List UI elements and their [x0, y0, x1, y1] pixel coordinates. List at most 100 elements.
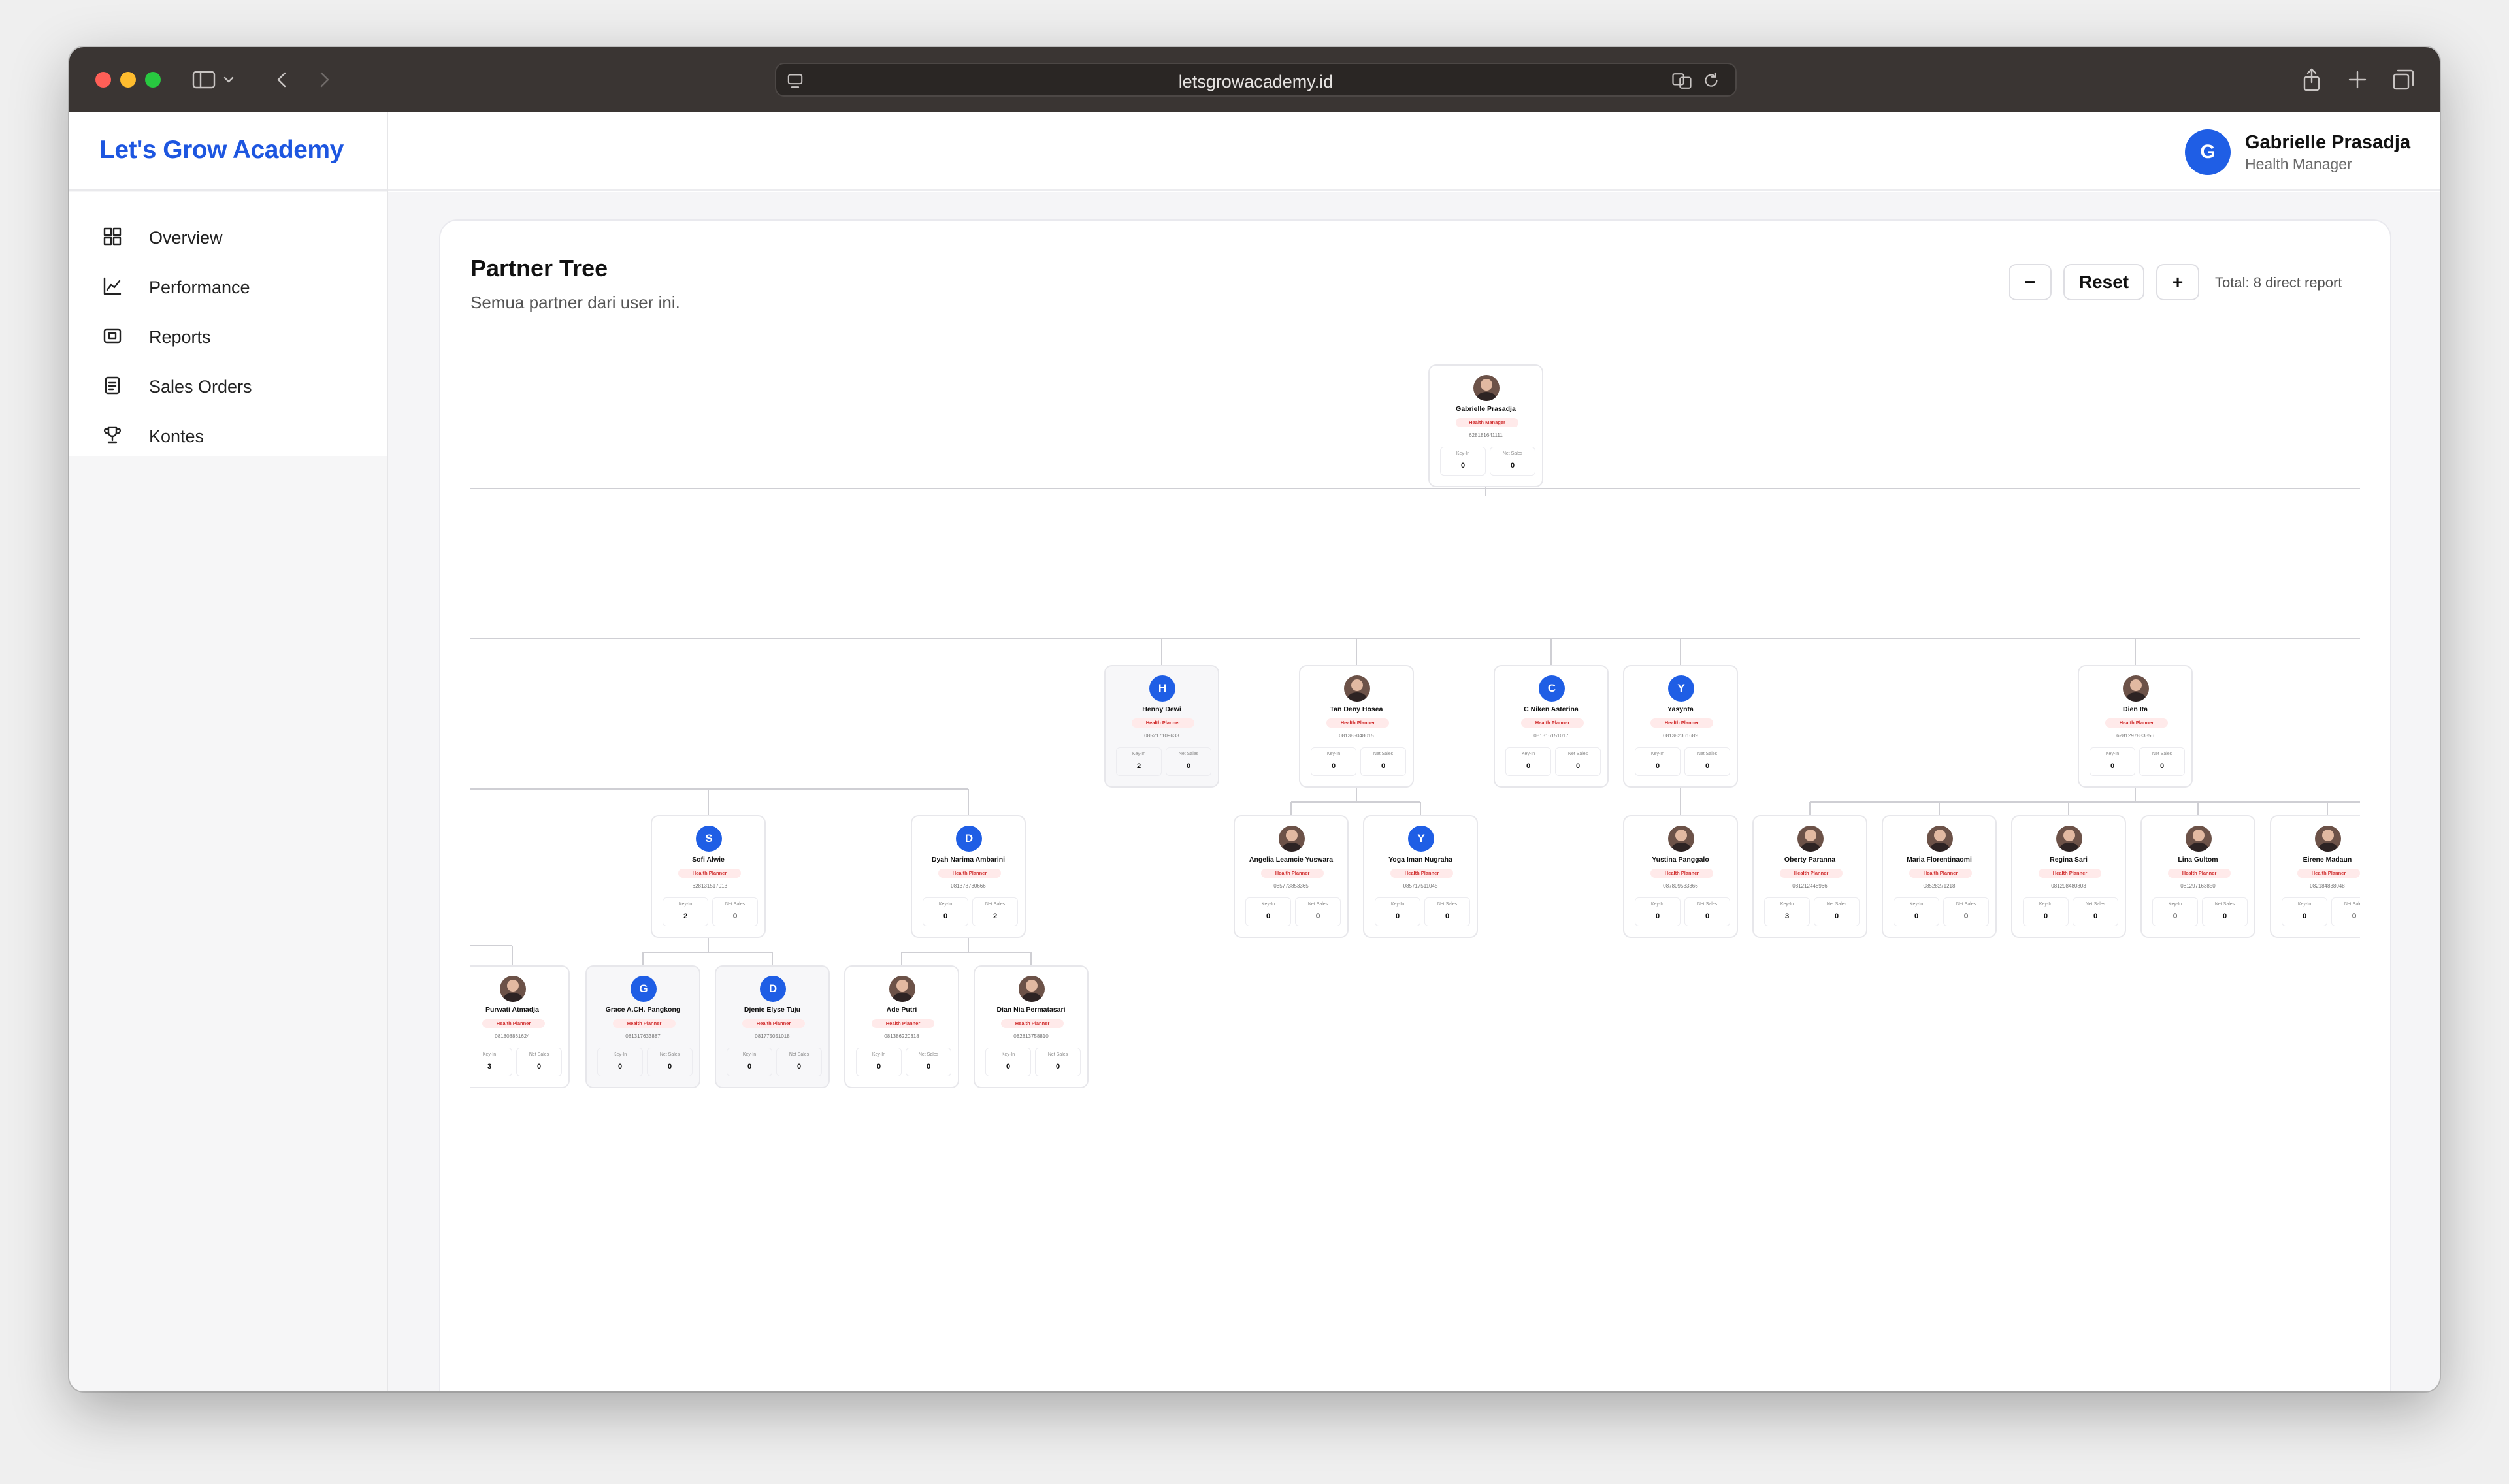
partner-tree[interactable]: Gabrielle Prasadja Health Manager 62818164…	[470, 351, 2360, 1391]
partner-node-grace[interactable]: G Grace A.CH. Pangkong Health Planner 08131…	[585, 965, 700, 1088]
partner-name: Ade Putri	[886, 1006, 917, 1014]
partner-node-regina[interactable]: Regina Sari Health Planner 081298480803 Key…	[2011, 815, 2126, 938]
net-sales-label: Net Sales	[1826, 902, 1847, 907]
key-in-value: 0	[1266, 912, 1271, 920]
net-sales-value: 0	[1186, 762, 1191, 770]
net-sales-value: 0	[536, 1063, 542, 1071]
role-badge: Health Planner	[678, 869, 741, 878]
net-sales-value: 0	[1963, 912, 1969, 920]
back-arrow-icon[interactable]	[269, 67, 295, 93]
key-in-value: 2	[683, 912, 688, 920]
partner-node-dyah[interactable]: D Dyah Narima Ambarini Health Planner 08137…	[911, 815, 1026, 938]
partner-node-yasynta[interactable]: Y Yasynta Health Planner 081382361689 Key-In…	[1623, 665, 1738, 788]
zoom-in-button[interactable]: +	[2156, 264, 2199, 300]
partner-node-dian[interactable]: Dian Nia Permatasari Health Planner 082813…	[974, 965, 1089, 1088]
role-badge: Health Planner	[1132, 718, 1194, 728]
translate-icon[interactable]	[1670, 69, 1694, 93]
net-sales-stat: Net Sales 0	[1943, 897, 1989, 926]
key-in-stat: Key-In 0	[1894, 897, 1939, 926]
sidebar-item-label: Sales Orders	[149, 377, 252, 396]
role-badge: Health Planner	[2297, 869, 2360, 878]
sidebar-item-label: Overview	[149, 228, 223, 248]
partner-node-ade[interactable]: Ade Putri Health Planner 081386220318 Key-I…	[844, 965, 959, 1088]
minimize-window-button[interactable]	[120, 72, 136, 88]
sidebar-menu: Overview Performance Reports Sales Order…	[69, 192, 387, 456]
net-sales-value: 0	[1705, 762, 1710, 770]
user-avatar[interactable]: G	[2185, 129, 2231, 175]
partner-phone: 081297163850	[2180, 883, 2216, 889]
partner-node-eirene[interactable]: Eirene Madaun Health Planner 082184838048 K…	[2270, 815, 2360, 938]
partner-name: Maria Florentinaomi	[1907, 856, 1972, 863]
net-sales-value: 0	[2093, 912, 2098, 920]
partner-name: Angelia Leamcie Yuswara	[1249, 856, 1334, 863]
partner-avatar	[1473, 375, 1500, 401]
net-sales-label: Net Sales	[2152, 752, 2173, 756]
partner-node-henny[interactable]: H Henny Dewi Health Planner 085217109633 Key…	[1104, 665, 1219, 788]
key-in-value: 0	[1655, 762, 1660, 770]
partner-name: Yasynta	[1667, 705, 1694, 713]
user-name[interactable]: Gabrielle Prasadja	[2245, 132, 2410, 153]
zoom-window-button[interactable]	[145, 72, 161, 88]
share-icon[interactable]	[2299, 67, 2325, 93]
partner-node-maria[interactable]: Maria Florentinaomi Health Planner 0852827…	[1882, 815, 1997, 938]
reset-button[interactable]: Reset	[2063, 264, 2144, 300]
address-bar[interactable]: letsgrowacademy.id	[775, 63, 1737, 97]
role-badge: Health Planner	[1909, 869, 1972, 878]
sidebar-item-reports[interactable]: Reports	[102, 316, 376, 355]
sidebar-item-overview[interactable]: Overview	[102, 217, 376, 256]
partner-node-yustina[interactable]: Yustina Panggalo Health Planner 0878095333…	[1623, 815, 1738, 938]
key-in-stat: Key-In 0	[856, 1048, 902, 1076]
partner-name: Yoga Iman Nugraha	[1388, 856, 1452, 863]
sidebar: Let's Grow Academy Overview Performance …	[69, 112, 388, 1391]
grid-icon	[103, 227, 122, 246]
net-sales-value: 0	[1834, 912, 1839, 920]
partner-node-angelia[interactable]: Angelia Leamcie Yuswara Health Planner 085…	[1234, 815, 1349, 938]
partner-node-lina[interactable]: Lina Gultom Health Planner 081297163850 Key…	[2140, 815, 2255, 938]
partner-avatar	[1019, 976, 1045, 1002]
partner-avatar: D	[760, 976, 786, 1002]
key-in-stat: Key-In 2	[1116, 747, 1162, 776]
partner-node-yoga[interactable]: Y Yoga Iman Nugraha Health Planner 08571751…	[1363, 815, 1478, 938]
net-sales-label: Net Sales	[725, 902, 746, 907]
key-in-stat: Key-In 0	[2023, 897, 2069, 926]
brand-logo-text[interactable]: Let's Grow Academy	[99, 136, 344, 165]
key-in-label: Key-In	[2105, 752, 2120, 756]
close-window-button[interactable]	[95, 72, 111, 88]
new-tab-icon[interactable]	[2344, 67, 2370, 93]
partner-node-niken[interactable]: C C Niken Asterina Health Planner 081316151…	[1494, 665, 1609, 788]
net-sales-label: Net Sales	[1956, 902, 1976, 907]
key-in-label: Key-In	[613, 1052, 627, 1057]
sidebar-item-performance[interactable]: Performance	[102, 266, 376, 306]
chevron-down-icon[interactable]	[221, 67, 237, 93]
partner-node-root[interactable]: Gabrielle Prasadja Health Manager 62818164…	[1428, 364, 1543, 487]
partner-node-oberty[interactable]: Oberty Paranna Health Planner 081212448966…	[1752, 815, 1867, 938]
partner-node-sofi[interactable]: S Sofi Alwie Health Planner +628131517013 Ke…	[651, 815, 766, 938]
partner-name: Dian Nia Permatasari	[996, 1006, 1066, 1014]
sidebar-toggle-icon[interactable]	[191, 67, 217, 93]
partner-phone: 081386220318	[884, 1033, 919, 1039]
net-sales-value: 0	[1705, 912, 1710, 920]
reload-icon[interactable]	[1700, 69, 1722, 91]
role-badge: Health Planner	[1390, 869, 1453, 878]
key-in-value: 0	[2110, 762, 2115, 770]
partner-phone: 081298480803	[2051, 883, 2086, 889]
key-in-label: Key-In	[678, 902, 693, 907]
partner-node-purwati[interactable]: Purwati Atmadja Health Planner 08180886162…	[470, 965, 570, 1088]
sidebar-item-sales-orders[interactable]: Sales Orders	[102, 366, 376, 405]
partner-phone: 082813758810	[1013, 1033, 1049, 1039]
key-in-label: Key-In	[1326, 752, 1341, 756]
zoom-out-button[interactable]: −	[2009, 264, 2052, 300]
sidebar-item-label: Kontes	[149, 427, 205, 446]
net-sales-value: 0	[796, 1063, 802, 1071]
sidebar-item-kontes[interactable]: Kontes	[102, 415, 376, 455]
partner-phone: 085773853365	[1273, 883, 1309, 889]
tab-overview-icon[interactable]	[2390, 67, 2416, 93]
partner-node-dien[interactable]: Dien Ita Health Planner 6281297833356 Key-I…	[2078, 665, 2193, 788]
partner-name: C Niken Asterina	[1524, 705, 1579, 713]
key-in-stat: Key-In 0	[1635, 747, 1681, 776]
partner-avatar	[500, 976, 526, 1002]
partner-phone: 081378730666	[951, 883, 986, 889]
key-in-value: 0	[1395, 912, 1400, 920]
partner-node-tan[interactable]: Tan Deny Hosea Health Planner 081385048015…	[1299, 665, 1414, 788]
partner-node-djenie[interactable]: D Djenie Elyse Tuju Health Planner 08177505…	[715, 965, 830, 1088]
